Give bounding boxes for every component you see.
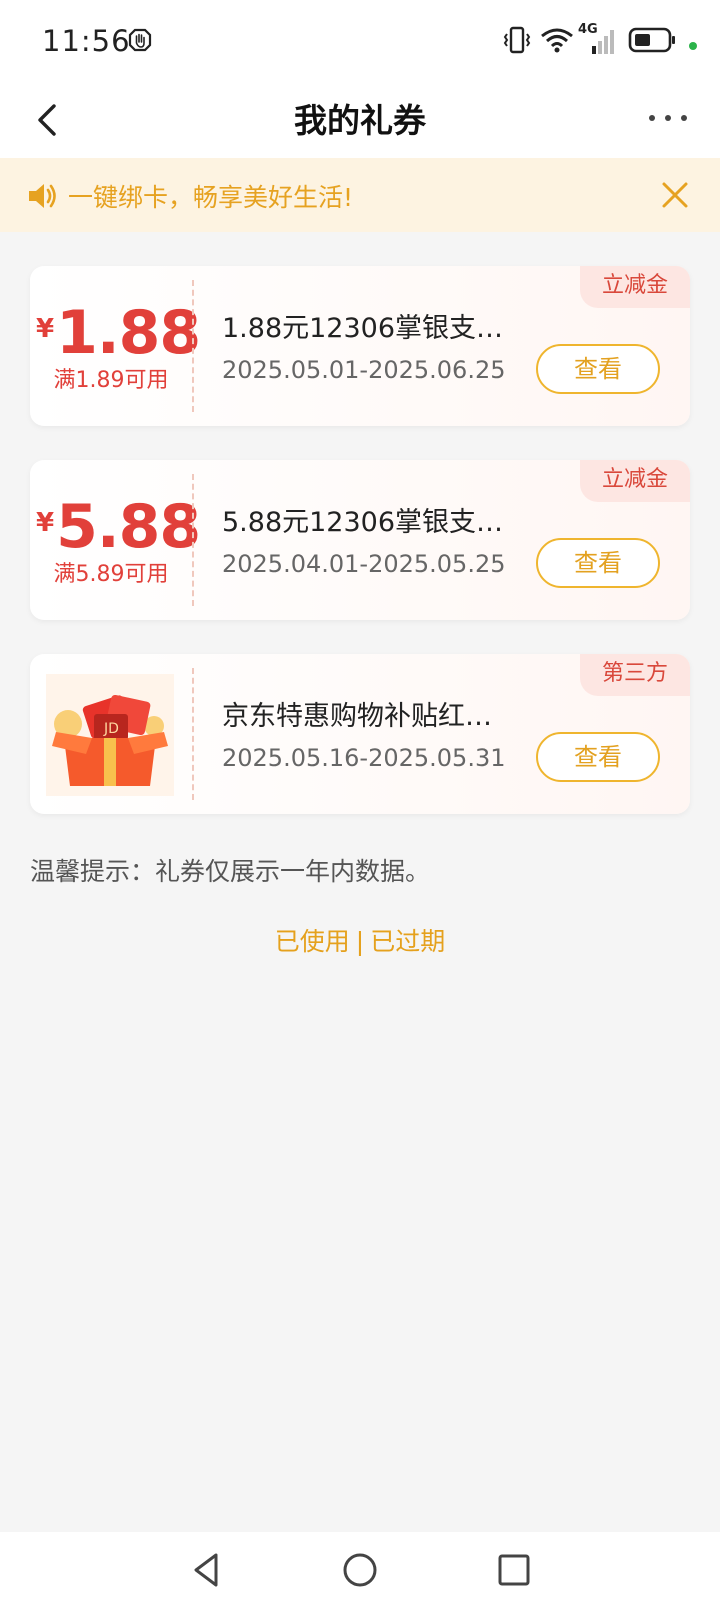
status-time: 11:56 [42,24,131,58]
vibrate-icon [502,24,532,60]
status-bar: 11:56 4G [0,0,720,84]
coupon-tag: 立减金 [580,266,690,308]
currency-symbol: ¥ [36,508,55,538]
back-triangle-icon[interactable] [186,1550,226,1590]
coupon-amount-box: ¥5.88 满5.89可用 [30,460,201,620]
coupon-title: 京东特惠购物补贴红… [222,701,492,732]
coupon-divider [192,668,194,800]
coupon-card[interactable]: 第三方 JD 京东特惠购物补贴红… 2025.05.16-2025.05.31 … [30,654,690,814]
svg-text:JD: JD [103,721,119,737]
view-button[interactable]: 查看 [536,732,660,782]
view-button[interactable]: 查看 [536,538,660,588]
online-dot-icon [688,36,698,55]
coupon-divider [192,280,194,412]
coupon-amount-line: ¥1.88 [36,298,201,368]
coupon-date: 2025.04.01-2025.05.25 [222,550,506,578]
system-nav-bar [0,1532,720,1610]
gift-box-image: JD [46,674,174,796]
home-circle-icon[interactable] [340,1550,380,1590]
coupon-tag: 第三方 [580,654,690,696]
notice-banner[interactable]: 一键绑卡，畅享美好生活! [0,158,720,232]
used-link[interactable]: 已使用 [275,922,350,958]
recents-square-icon[interactable] [494,1550,534,1590]
close-icon[interactable] [658,178,692,212]
more-button[interactable] [646,106,690,130]
history-links: 已使用 | 已过期 [0,922,720,958]
coupon-amount: 1.88 [56,298,201,368]
coupon-amount: 5.88 [56,492,201,562]
status-icons: 4G [502,22,702,60]
wifi-icon [540,24,574,60]
coupon-date: 2025.05.01-2025.06.25 [222,356,506,384]
nav-bar: 我的礼券 [0,84,720,158]
tip-text: 温馨提示：礼券仅展示一年内数据。 [30,857,431,886]
expired-link[interactable]: 已过期 [370,922,445,958]
currency-symbol: ¥ [36,314,55,344]
coupon-amount-box: ¥1.88 满1.89可用 [30,266,201,426]
cellular-signal-icon: 4G [578,22,622,60]
more-dots-icon [649,115,687,121]
coupon-divider [192,474,194,606]
coupon-condition: 满1.89可用 [53,368,169,393]
coupon-card[interactable]: 立减金 ¥1.88 满1.89可用 1.88元12306掌银支… 2025.05… [30,266,690,426]
coupon-date: 2025.05.16-2025.05.31 [222,744,506,772]
speaker-icon [26,180,58,216]
page-title: 我的礼券 [294,101,426,140]
link-separator: | [355,927,365,956]
coupon-condition: 满5.89可用 [53,562,169,587]
notice-text: 一键绑卡，畅享美好生活! [68,183,354,212]
coupon-card[interactable]: 立减金 ¥5.88 满5.89可用 5.88元12306掌银支… 2025.04… [30,460,690,620]
coupon-amount-line: ¥5.88 [36,492,201,562]
view-button[interactable]: 查看 [536,344,660,394]
coupon-tag: 立减金 [580,460,690,502]
hand-icon [126,26,154,58]
battery-icon [628,24,678,60]
coupon-title: 5.88元12306掌银支… [222,507,504,538]
coupon-title: 1.88元12306掌银支… [222,313,504,344]
